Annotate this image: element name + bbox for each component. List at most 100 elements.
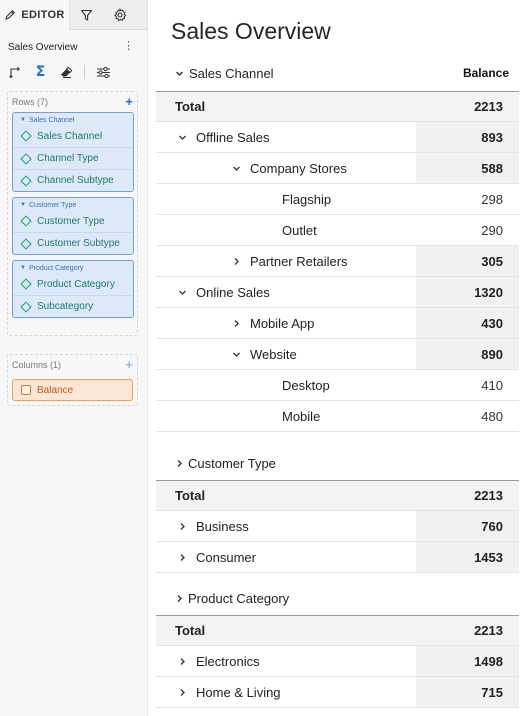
table-row[interactable]: Offline Sales 893 bbox=[156, 122, 519, 153]
row-group-header[interactable]: ▼ Sales Channel bbox=[13, 113, 133, 125]
chevron-right-icon[interactable] bbox=[172, 459, 186, 468]
chevron-right-icon[interactable] bbox=[175, 522, 189, 531]
editor-tabbar: EDITOR bbox=[0, 0, 147, 30]
table-row[interactable]: Electronics 1498 bbox=[156, 646, 519, 677]
swap-axes-icon[interactable] bbox=[7, 64, 24, 80]
section-title: Customer Type bbox=[188, 455, 276, 471]
table-row[interactable]: Flagship 298 bbox=[156, 184, 519, 215]
chevron-down-icon[interactable] bbox=[175, 133, 189, 142]
row-field-label: Customer Subtype bbox=[37, 238, 120, 249]
table-row[interactable]: Mobile 480 bbox=[156, 401, 519, 432]
row-field[interactable]: Customer Type bbox=[13, 210, 133, 232]
balance-cell: 890 bbox=[416, 339, 519, 369]
section-header-sales-channel[interactable]: Sales Channel bbox=[172, 63, 274, 83]
row-label: Desktop bbox=[282, 377, 330, 393]
eraser-icon[interactable] bbox=[57, 64, 74, 80]
balance-cell: 2213 bbox=[474, 488, 503, 503]
columns-well[interactable]: Columns (1) + Balance bbox=[7, 354, 138, 406]
column-header-balance[interactable]: Balance bbox=[463, 66, 509, 80]
table-row[interactable]: Website 890 bbox=[156, 339, 519, 370]
total-row: Total 2213 bbox=[156, 91, 519, 122]
measure-label: Balance bbox=[37, 384, 74, 396]
row-group-header[interactable]: ▼ Product Category bbox=[13, 261, 133, 273]
row-header: Mobile App bbox=[156, 316, 314, 331]
more-options-icon[interactable]: ⋮ bbox=[123, 41, 134, 52]
row-header: Website bbox=[156, 347, 297, 362]
sigma-icon[interactable]: Σ bbox=[32, 64, 49, 80]
row-group-product-category[interactable]: ▼ Product Category Product Category Subc… bbox=[12, 260, 134, 318]
row-field-label: Channel Subtype bbox=[37, 175, 114, 186]
filter-icon bbox=[80, 9, 93, 21]
row-label: Online Sales bbox=[196, 284, 270, 300]
table-row[interactable]: Company Stores 588 bbox=[156, 153, 519, 184]
measure-field-balance[interactable]: Balance bbox=[12, 379, 133, 401]
chevron-down-icon[interactable] bbox=[229, 350, 243, 359]
editor-panel: EDITOR Sales Overview ⋮ Σ Rows (7) + ▼ S… bbox=[0, 0, 148, 716]
balance-cell: 410 bbox=[481, 377, 503, 393]
row-field[interactable]: Channel Type bbox=[13, 147, 133, 169]
chevron-right-icon[interactable] bbox=[229, 257, 243, 266]
collapse-triangle-icon[interactable]: ▼ bbox=[20, 117, 26, 123]
table-row[interactable]: Business 760 bbox=[156, 511, 519, 542]
chevron-right-icon[interactable] bbox=[175, 553, 189, 562]
table-row[interactable]: Consumer 1453 bbox=[156, 542, 519, 573]
row-group-sales-channel[interactable]: ▼ Sales Channel Sales Channel Channel Ty… bbox=[12, 112, 134, 192]
table-row[interactable]: Home & Living 715 bbox=[156, 677, 519, 708]
dimension-icon bbox=[20, 152, 32, 165]
add-column-icon[interactable]: + bbox=[125, 358, 133, 371]
row-field[interactable]: Channel Subtype bbox=[13, 169, 133, 191]
chevron-down-icon[interactable] bbox=[229, 164, 243, 173]
pencil-icon bbox=[5, 10, 16, 20]
balance-cell: 1453 bbox=[416, 542, 519, 572]
balance-cell: 760 bbox=[416, 511, 519, 541]
row-field-label: Customer Type bbox=[37, 215, 105, 227]
row-group-title: Product Category bbox=[28, 264, 84, 272]
table-row[interactable]: Outlet 290 bbox=[156, 215, 519, 246]
table-row[interactable]: Desktop 410 bbox=[156, 370, 519, 401]
table-row[interactable]: Mobile App 430 bbox=[156, 308, 519, 339]
chevron-right-icon[interactable] bbox=[175, 688, 189, 697]
report-canvas: Sales Overview Sales Channel Balance Tot… bbox=[156, 0, 523, 716]
balance-cell: 290 bbox=[481, 222, 503, 238]
row-field-label: Sales Channel bbox=[37, 130, 103, 142]
row-header: Business bbox=[156, 519, 249, 534]
table-row[interactable]: Online Sales 1320 bbox=[156, 277, 519, 308]
row-label: Total bbox=[175, 623, 206, 638]
row-field[interactable]: Subcategory bbox=[13, 295, 133, 317]
dimension-icon bbox=[20, 215, 32, 227]
chevron-down-icon[interactable] bbox=[175, 288, 189, 297]
row-header: Total bbox=[156, 488, 205, 503]
chevron-down-icon[interactable] bbox=[172, 69, 186, 78]
tab-filter[interactable] bbox=[70, 0, 103, 30]
rows-well[interactable]: Rows (7) + ▼ Sales Channel Sales Channel… bbox=[7, 91, 138, 336]
row-field[interactable]: Product Category bbox=[13, 273, 133, 295]
row-header: Home & Living bbox=[156, 685, 281, 700]
tab-settings[interactable] bbox=[103, 0, 136, 30]
section-header-product-category[interactable]: Product Category bbox=[172, 588, 289, 608]
collapse-triangle-icon[interactable]: ▼ bbox=[20, 202, 26, 208]
chevron-right-icon[interactable] bbox=[172, 594, 186, 603]
row-field-label: Channel Type bbox=[37, 153, 99, 164]
tab-editor-label: EDITOR bbox=[21, 9, 65, 21]
row-header: Offline Sales bbox=[156, 130, 269, 145]
row-field[interactable]: Sales Channel bbox=[13, 125, 133, 147]
chevron-right-icon[interactable] bbox=[175, 657, 189, 666]
row-group-customer-type[interactable]: ▼ Customer Type Customer Type Customer S… bbox=[12, 197, 134, 255]
row-label: Company Stores bbox=[250, 160, 347, 176]
row-header: Total bbox=[156, 623, 205, 638]
row-field[interactable]: Customer Subtype bbox=[13, 232, 133, 254]
chevron-right-icon[interactable] bbox=[229, 319, 243, 328]
gear-icon bbox=[113, 8, 126, 22]
balance-cell: 305 bbox=[416, 246, 519, 276]
row-header: Consumer bbox=[156, 550, 256, 565]
row-label: Flagship bbox=[282, 191, 332, 207]
tab-editor[interactable]: EDITOR bbox=[0, 0, 70, 30]
sliders-icon[interactable] bbox=[95, 64, 112, 80]
row-header: Desktop bbox=[156, 378, 330, 393]
collapse-triangle-icon[interactable]: ▼ bbox=[20, 265, 26, 271]
row-group-header[interactable]: ▼ Customer Type bbox=[13, 198, 133, 210]
add-row-icon[interactable]: + bbox=[125, 95, 133, 108]
table-row[interactable]: Partner Retailers 305 bbox=[156, 246, 519, 277]
section-header-customer-type[interactable]: Customer Type bbox=[172, 453, 276, 473]
row-label: Mobile App bbox=[250, 315, 315, 331]
